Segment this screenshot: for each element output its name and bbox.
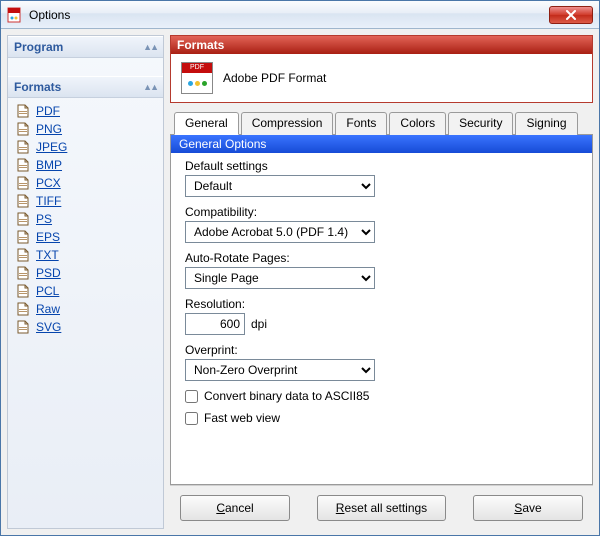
file-icon [16, 212, 30, 226]
checkbox-fastweb-label: Fast web view [204, 411, 280, 425]
tab-colors[interactable]: Colors [389, 112, 446, 135]
combo-auto-rotate[interactable]: Single Page [185, 267, 375, 289]
collapse-icon: ▲▲ [143, 82, 157, 92]
label-resolution: Resolution: [185, 297, 578, 311]
sidebar-item-label: BMP [36, 158, 62, 172]
file-icon [16, 302, 30, 316]
close-button[interactable] [549, 6, 593, 24]
sidebar-group-formats[interactable]: Formats ▲▲ [8, 76, 163, 98]
sidebar-item-label: Raw [36, 302, 60, 316]
file-icon [16, 320, 30, 334]
label-compatibility: Compatibility: [185, 205, 578, 219]
sidebar-item-label: TXT [36, 248, 59, 262]
general-options-title: General Options [171, 135, 592, 153]
unit-resolution: dpi [251, 317, 267, 331]
sidebar-item-label: SVG [36, 320, 61, 334]
sidebar: Program ▲▲ Formats ▲▲ PDF PNG JPEG BMP PCX TI… [7, 35, 164, 529]
tab-compression[interactable]: Compression [241, 112, 334, 135]
titlebar: Options [1, 1, 599, 29]
sidebar-item-format[interactable]: PNG [10, 120, 161, 138]
sidebar-item-format[interactable]: PCL [10, 282, 161, 300]
sidebar-item-format[interactable]: PSD [10, 264, 161, 282]
sidebar-item-format[interactable]: SVG [10, 318, 161, 336]
sidebar-item-label: PS [36, 212, 52, 226]
pdf-format-icon: PDF [181, 62, 213, 94]
sidebar-group-program[interactable]: Program ▲▲ [8, 36, 163, 58]
general-form: Default settings Default Compatibility: … [171, 153, 592, 484]
sidebar-item-label: JPEG [36, 140, 67, 154]
file-icon [16, 122, 30, 136]
file-icon [16, 230, 30, 244]
sidebar-item-label: PDF [36, 104, 60, 118]
tabs: GeneralCompressionFontsColorsSecuritySig… [170, 111, 593, 485]
file-icon [16, 158, 30, 172]
sidebar-item-label: PCL [36, 284, 59, 298]
main-panel: Formats PDF Adobe PDF Format GeneralComp… [170, 35, 593, 529]
footer-buttons: Cancel Reset all settings Save [170, 485, 593, 529]
field-default-settings: Default settings Default [185, 159, 578, 197]
file-icon [16, 140, 30, 154]
field-overprint: Overprint: Non-Zero Overprint [185, 343, 578, 381]
sidebar-item-label: PSD [36, 266, 61, 280]
sidebar-item-format[interactable]: TXT [10, 246, 161, 264]
field-auto-rotate: Auto-Rotate Pages: Single Page [185, 251, 578, 289]
input-resolution[interactable] [185, 313, 245, 335]
sidebar-item-format[interactable]: PCX [10, 174, 161, 192]
tab-fonts[interactable]: Fonts [335, 112, 387, 135]
sidebar-item-label: EPS [36, 230, 60, 244]
file-icon [16, 176, 30, 190]
label-default-settings: Default settings [185, 159, 578, 173]
tab-signing[interactable]: Signing [515, 112, 577, 135]
save-button[interactable]: Save [473, 495, 583, 521]
combo-overprint[interactable]: Non-Zero Overprint [185, 359, 375, 381]
tab-general-page: General Options Default settings Default… [170, 134, 593, 485]
file-icon [16, 104, 30, 118]
window-title: Options [29, 8, 549, 22]
file-icon [16, 284, 30, 298]
field-compatibility: Compatibility: Adobe Acrobat 5.0 (PDF 1.… [185, 205, 578, 243]
combo-default-settings[interactable]: Default [185, 175, 375, 197]
file-icon [16, 266, 30, 280]
checkbox-ascii85[interactable] [185, 390, 198, 403]
sidebar-item-format[interactable]: PDF [10, 102, 161, 120]
sidebar-item-format[interactable]: TIFF [10, 192, 161, 210]
checkbox-ascii85-label: Convert binary data to ASCII85 [204, 389, 369, 403]
app-icon [7, 7, 23, 23]
sidebar-item-label: TIFF [36, 194, 61, 208]
sidebar-formats-list: PDF PNG JPEG BMP PCX TIFF PS EPS TXT PSD PCL Raw SVG [8, 98, 163, 344]
cancel-button[interactable]: Cancel [180, 495, 290, 521]
tabstrip: GeneralCompressionFontsColorsSecuritySig… [170, 111, 593, 134]
sidebar-item-format[interactable]: EPS [10, 228, 161, 246]
tab-general[interactable]: General [174, 112, 239, 135]
reset-button[interactable]: Reset all settings [317, 495, 446, 521]
sidebar-item-label: PCX [36, 176, 61, 190]
tab-security[interactable]: Security [448, 112, 513, 135]
checkbox-fastweb-row: Fast web view [185, 411, 578, 425]
formats-header-title: Formats [171, 36, 592, 54]
checkbox-ascii85-row: Convert binary data to ASCII85 [185, 389, 578, 403]
sidebar-item-format[interactable]: PS [10, 210, 161, 228]
dialog-body: Program ▲▲ Formats ▲▲ PDF PNG JPEG BMP PCX TI… [1, 29, 599, 535]
sidebar-item-format[interactable]: JPEG [10, 138, 161, 156]
label-overprint: Overprint: [185, 343, 578, 357]
file-icon [16, 194, 30, 208]
collapse-icon: ▲▲ [143, 42, 157, 52]
sidebar-group-label: Formats [14, 80, 61, 94]
sidebar-group-label: Program [14, 40, 63, 54]
sidebar-item-format[interactable]: Raw [10, 300, 161, 318]
selected-format-label: Adobe PDF Format [223, 71, 326, 85]
checkbox-fastweb[interactable] [185, 412, 198, 425]
sidebar-item-format[interactable]: BMP [10, 156, 161, 174]
combo-compatibility[interactable]: Adobe Acrobat 5.0 (PDF 1.4) [185, 221, 375, 243]
label-auto-rotate: Auto-Rotate Pages: [185, 251, 578, 265]
file-icon [16, 248, 30, 262]
options-window: Options Program ▲▲ Formats ▲▲ PDF PNG JPEG… [0, 0, 600, 536]
formats-header-box: Formats PDF Adobe PDF Format [170, 35, 593, 103]
sidebar-item-label: PNG [36, 122, 62, 136]
field-resolution: Resolution: dpi [185, 297, 578, 335]
